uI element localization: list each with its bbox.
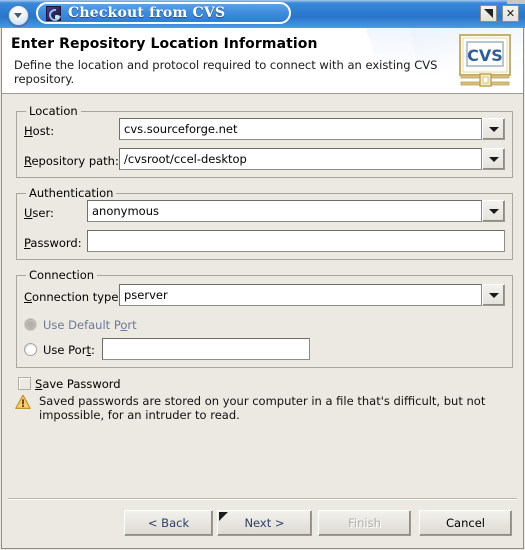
window-title: Checkout from CVS [68, 5, 226, 21]
window-titlebar: Checkout from CVS ✕ [0, 0, 525, 28]
repository-path-dropdown-button[interactable] [482, 148, 505, 170]
finish-button-label: Finish [348, 516, 381, 530]
restore-window-icon [481, 6, 496, 21]
page-description: Define the location and protocol require… [14, 58, 438, 86]
restore-window-button[interactable] [480, 5, 497, 22]
save-password-checkbox[interactable] [18, 377, 31, 390]
location-group-legend: Location [29, 104, 78, 118]
connection-type-label: Connection type: [24, 290, 123, 304]
use-default-port-radio[interactable] [24, 318, 37, 331]
connection-type-input[interactable]: pserver [119, 284, 482, 306]
repository-path-input[interactable]: /cvsroot/ccel-desktop [119, 148, 482, 170]
next-button-label: Next > [244, 516, 285, 530]
back-button-label: < Back [147, 516, 190, 530]
host-label: Host: [24, 124, 55, 138]
cancel-button-label: Cancel [446, 516, 485, 530]
authentication-group-legend: Authentication [29, 186, 114, 200]
user-input[interactable]: anonymous [87, 200, 482, 222]
checkout-from-cvs-dialog: Checkout from CVS ✕ Enter Repository Loc… [0, 0, 525, 550]
use-default-port-label: Use Default Port [43, 318, 137, 332]
use-port-input[interactable] [102, 338, 310, 360]
svg-text:CVS: CVS [467, 46, 503, 65]
use-port-radio[interactable] [24, 343, 37, 356]
warning-message: Saved passwords are stored on your compu… [39, 394, 486, 422]
cancel-button[interactable]: Cancel [419, 510, 512, 536]
window-menu-button[interactable] [8, 5, 29, 26]
host-input[interactable]: cvs.sourceforge.net [119, 118, 482, 140]
connection-type-dropdown-button[interactable] [482, 284, 505, 306]
close-icon: ✕ [505, 7, 516, 20]
back-button[interactable]: < Back [124, 510, 213, 536]
connection-group-legend: Connection [29, 268, 95, 282]
repository-path-label: Repository path: [24, 154, 119, 168]
host-dropdown-button[interactable] [482, 118, 505, 140]
button-bar: < Back Next > Finish Cancel [2, 500, 523, 550]
use-port-label: Use Port: [43, 343, 95, 357]
eclipse-cvs-icon [46, 5, 61, 21]
background-window-stub [507, 0, 525, 4]
close-window-button[interactable]: ✕ [502, 5, 519, 22]
window-controls: ✕ [480, 5, 519, 22]
user-dropdown-button[interactable] [482, 200, 505, 222]
next-button[interactable]: Next > [217, 510, 312, 536]
password-label: Password: [24, 236, 82, 250]
warning-triangle-icon [15, 394, 31, 409]
finish-button[interactable]: Finish [318, 510, 411, 536]
wizard-header: Enter Repository Location Information De… [2, 28, 523, 94]
save-password-label: Save Password [35, 377, 121, 391]
window-title-pill: Checkout from CVS [36, 2, 291, 24]
page-title: Enter Repository Location Information [11, 36, 318, 52]
cvs-logo-icon: CVS [459, 34, 511, 87]
user-label: User: [24, 206, 54, 220]
password-input[interactable] [87, 230, 505, 252]
wizard-body: Location Host: cvs.sourceforge.net Repos… [2, 94, 523, 498]
